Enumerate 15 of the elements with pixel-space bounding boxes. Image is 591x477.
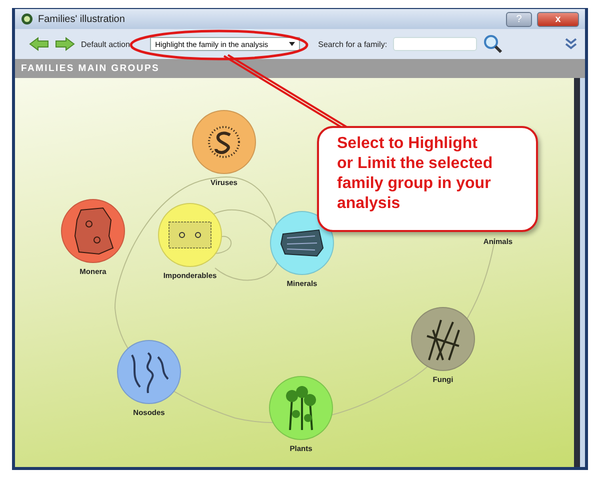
annotation-callout: Select to Highlight or Limit the selected family group in your analysis xyxy=(317,126,538,232)
back-arrow-icon[interactable] xyxy=(29,37,49,51)
search-field[interactable] xyxy=(393,37,478,51)
default-action-label: Default action: xyxy=(81,40,132,48)
rock-drawing xyxy=(279,228,325,258)
fiber-drawing xyxy=(167,220,213,250)
panel-header: FAMILIES MAIN GROUPS xyxy=(15,59,585,78)
group-circle[interactable] xyxy=(411,307,475,371)
close-button[interactable]: x xyxy=(537,12,579,26)
app-icon xyxy=(21,13,33,25)
double-chevron-icon[interactable] xyxy=(565,38,577,50)
search-label: Search for a family: xyxy=(318,40,388,48)
forward-arrow-icon[interactable] xyxy=(55,37,75,51)
search-icon[interactable] xyxy=(483,34,504,54)
window-title: Families' illustration xyxy=(38,14,125,24)
